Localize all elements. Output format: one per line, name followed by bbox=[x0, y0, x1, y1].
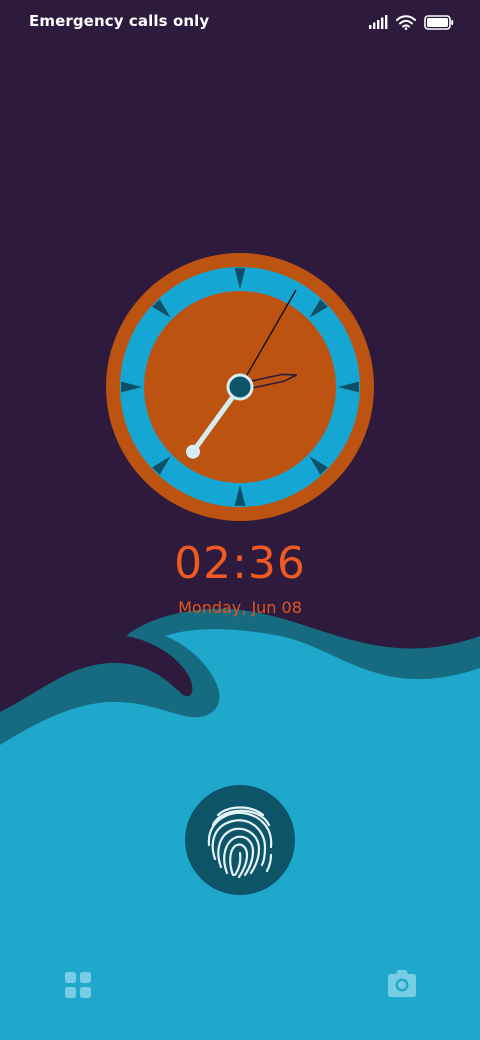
camera-icon[interactable] bbox=[386, 968, 418, 998]
clock-center-hub bbox=[226, 373, 254, 401]
wifi-icon bbox=[396, 14, 416, 30]
signal-icon bbox=[369, 15, 388, 29]
status-bar: Emergency calls only bbox=[0, 0, 480, 44]
carrier-text: Emergency calls only bbox=[29, 12, 210, 30]
battery-icon bbox=[424, 14, 454, 30]
lock-screen: Emergency calls only 02:36 Monday, Jun 0… bbox=[0, 0, 480, 1040]
clock-time: 02:36 bbox=[174, 538, 306, 589]
fingerprint-icon bbox=[207, 806, 273, 879]
clock-minute-hand-tip bbox=[186, 444, 200, 459]
status-icons bbox=[368, 12, 454, 32]
analog-clock bbox=[106, 253, 374, 521]
apps-grid-icon[interactable] bbox=[64, 971, 92, 999]
fingerprint-button[interactable] bbox=[185, 785, 295, 895]
clock-date: Monday, Jun 08 bbox=[178, 598, 302, 617]
